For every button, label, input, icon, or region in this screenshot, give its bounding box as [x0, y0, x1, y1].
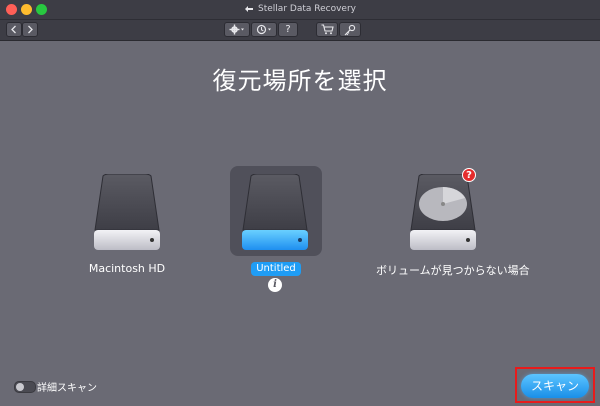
cart-icon	[321, 24, 334, 35]
title-bar: Stellar Data Recovery	[0, 0, 600, 20]
scan-button[interactable]: スキャン	[521, 374, 589, 398]
gear-icon	[229, 24, 244, 35]
app-logo-icon	[245, 6, 254, 12]
forward-button[interactable]	[22, 22, 38, 37]
hard-drive-icon	[94, 173, 160, 250]
hard-drive-icon	[242, 173, 308, 250]
window-title-text: Stellar Data Recovery	[258, 4, 356, 14]
toggle-knob	[16, 383, 24, 391]
page-title: 復元場所を選択	[212, 67, 388, 95]
deep-scan-label: 詳細スキャン	[37, 383, 97, 394]
drive-untitled[interactable]	[239, 173, 311, 254]
drive-label-missing-volume: ボリュームが見つからない場合	[376, 264, 530, 277]
history-icon	[256, 24, 271, 35]
help-button[interactable]: ?	[278, 22, 298, 37]
key-button[interactable]	[339, 22, 361, 37]
question-badge: ?	[462, 168, 476, 182]
info-icon[interactable]: i	[268, 278, 282, 292]
drive-label-untitled: Untitled	[251, 262, 301, 276]
window-title: Stellar Data Recovery	[0, 3, 600, 16]
back-button[interactable]	[6, 22, 22, 37]
drive-missing-volume[interactable]	[407, 173, 479, 254]
hard-drive-icon	[410, 173, 476, 250]
toolbar: ?	[0, 20, 600, 41]
drive-label-macintosh-hd: Macintosh HD	[88, 262, 166, 275]
drive-macintosh-hd[interactable]	[91, 173, 163, 254]
deep-scan-toggle[interactable]	[14, 381, 36, 393]
chevron-left-icon	[11, 25, 16, 34]
history-button[interactable]	[251, 22, 277, 37]
chevron-right-icon	[28, 25, 33, 34]
settings-button[interactable]	[224, 22, 250, 37]
cart-button[interactable]	[316, 22, 338, 37]
key-icon	[344, 24, 356, 35]
